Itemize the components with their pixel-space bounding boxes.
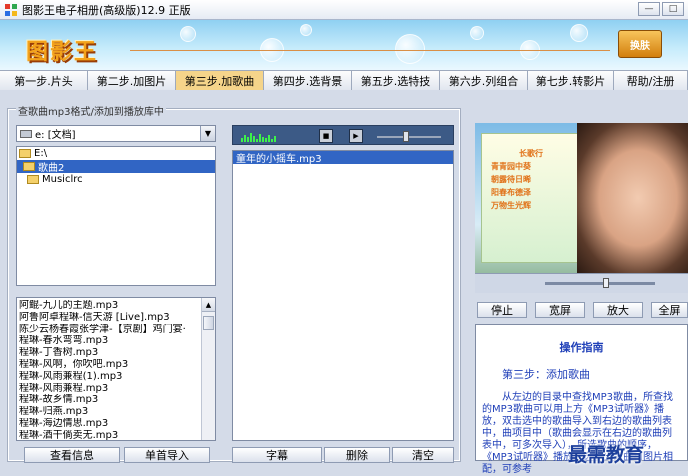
preview-seek-bar [475, 273, 688, 293]
list-item[interactable]: 程琳-风雨兼程.mp3 [17, 383, 201, 395]
seek-thumb[interactable] [603, 278, 609, 288]
mp3-player-bar: ■ ▶ [232, 125, 454, 145]
file-list-scrollbar[interactable]: ▲ [201, 298, 215, 440]
poem-line: 长歌行 [519, 149, 543, 158]
stop-icon[interactable]: ■ [319, 129, 333, 143]
list-item[interactable]: 陈少云杨春霞张学津-【京剧】鸡门宴· [17, 324, 201, 336]
play-icon[interactable]: ▶ [349, 129, 363, 143]
title-bar: 图影王电子相册(高级版)12.9 正版 — □ [0, 0, 688, 20]
playlist-item[interactable]: 童年的小摇车.mp3 [233, 151, 453, 165]
tab-step3-add-songs[interactable]: 第三步.加歌曲 [176, 70, 264, 90]
list-item[interactable]: 程琳-酒干倘卖无.mp3 [17, 430, 201, 440]
widescreen-button[interactable]: 宽屏 [535, 302, 585, 318]
fullscreen-button[interactable]: 全屏 [651, 302, 688, 318]
folder-label: Musiclrc [42, 174, 83, 185]
banner: 图影王 换肤 [0, 20, 688, 70]
scroll-thumb[interactable] [203, 316, 214, 330]
bubble-decoration [470, 26, 484, 40]
preview-poem: 长歌行 青青园中葵 朝露待日晞 阳春布德泽 万物生光辉 [491, 147, 571, 212]
folder-label: 歌曲2 [38, 163, 65, 174]
volume-slider-thumb[interactable] [403, 131, 409, 142]
list-item[interactable]: 阿鲲-九儿的主题.mp3 [17, 300, 201, 312]
drive-select[interactable]: e: [文档] ▼ [16, 125, 216, 142]
equalizer-icon [241, 132, 276, 142]
drive-select-value: e: [文档] [35, 130, 76, 141]
maximize-button[interactable]: □ [662, 2, 684, 16]
tab-step6-combine[interactable]: 第六步.列组合 [440, 70, 528, 90]
drive-icon [20, 129, 32, 138]
tab-step4-background[interactable]: 第四步.选背景 [264, 70, 352, 90]
watermark: 最需教育 [568, 444, 645, 466]
group-title: 查歌曲mp3格式/添加到播放库中 [16, 103, 166, 118]
list-item[interactable]: 程琳-故乡情.mp3 [17, 394, 201, 406]
song-playlist: 童年的小摇车.mp3 [232, 150, 454, 441]
tab-help-register[interactable]: 帮助/注册 [614, 70, 688, 90]
poem-line: 朝露待日晞 [491, 175, 531, 184]
tab-step1-intro[interactable]: 第一步.片头 [0, 70, 88, 90]
window-controls: — □ [638, 2, 684, 16]
folder-tree: E:\ 歌曲2 Musiclrc [16, 146, 216, 286]
poem-line: 阳春布德泽 [491, 188, 531, 197]
list-item[interactable]: 程琳-海边情思.mp3 [17, 418, 201, 430]
folder-label: E:\ [34, 148, 48, 159]
list-item[interactable]: 程琳-风啊，你吹吧.mp3 [17, 359, 201, 371]
bubble-decoration [180, 26, 196, 42]
list-item[interactable]: 阿鲁阿卓程琳-信天游 [Live].mp3 [17, 312, 201, 324]
mp3-file-list: 阿鲲-九儿的主题.mp3 阿鲁阿卓程琳-信天游 [Live].mp3 陈少云杨春… [16, 297, 216, 441]
stop-button[interactable]: 停止 [477, 302, 527, 318]
scroll-up-icon[interactable]: ▲ [202, 298, 215, 312]
app-icon [5, 3, 17, 16]
poem-line: 万物生光辉 [491, 201, 531, 210]
minimize-button[interactable]: — [638, 2, 660, 16]
bubble-decoration [300, 24, 312, 36]
folder-item[interactable]: 歌曲2 [17, 160, 215, 174]
window-title: 图影王电子相册(高级版)12.9 正版 [22, 3, 191, 17]
folder-item[interactable]: Musiclrc [17, 173, 215, 186]
folder-icon [27, 175, 39, 184]
list-item[interactable]: 程琳-归燕.mp3 [17, 406, 201, 418]
tab-step7-export[interactable]: 第七步.转影片 [528, 70, 614, 90]
poem-line: 青青园中葵 [491, 162, 531, 171]
list-item[interactable]: 程琳-春水弯弯.mp3 [17, 335, 201, 347]
step-tabs: 第一步.片头 第二步.加图片 第三步.加歌曲 第四步.选背景 第五步.选特技 第… [0, 70, 688, 90]
album-preview: 长歌行 青青园中葵 朝露待日晞 阳春布德泽 万物生光辉 [475, 123, 688, 293]
seek-track [545, 282, 655, 285]
bubble-decoration [570, 24, 588, 42]
open-folder-icon [19, 149, 31, 158]
open-folder-icon [23, 162, 35, 171]
chevron-down-icon[interactable]: ▼ [200, 126, 215, 141]
guide-step: 第三步：添加歌曲 [502, 368, 590, 381]
bubble-decoration [395, 34, 425, 64]
zoom-in-button[interactable]: 放大 [593, 302, 643, 318]
tab-step5-effects[interactable]: 第五步.选特技 [352, 70, 440, 90]
preview-photo [577, 123, 688, 273]
list-item[interactable]: 程琳-丁香树.mp3 [17, 347, 201, 359]
guide-title: 操作指南 [559, 341, 604, 354]
volume-slider-track [377, 136, 441, 138]
banner-divider [130, 50, 610, 51]
app-logo: 图影王 [26, 39, 99, 65]
tab-step2-add-images[interactable]: 第二步.加图片 [88, 70, 176, 90]
skin-button[interactable]: 换肤 [618, 30, 662, 58]
list-item[interactable]: 程琳-风雨兼程(1).mp3 [17, 371, 201, 383]
